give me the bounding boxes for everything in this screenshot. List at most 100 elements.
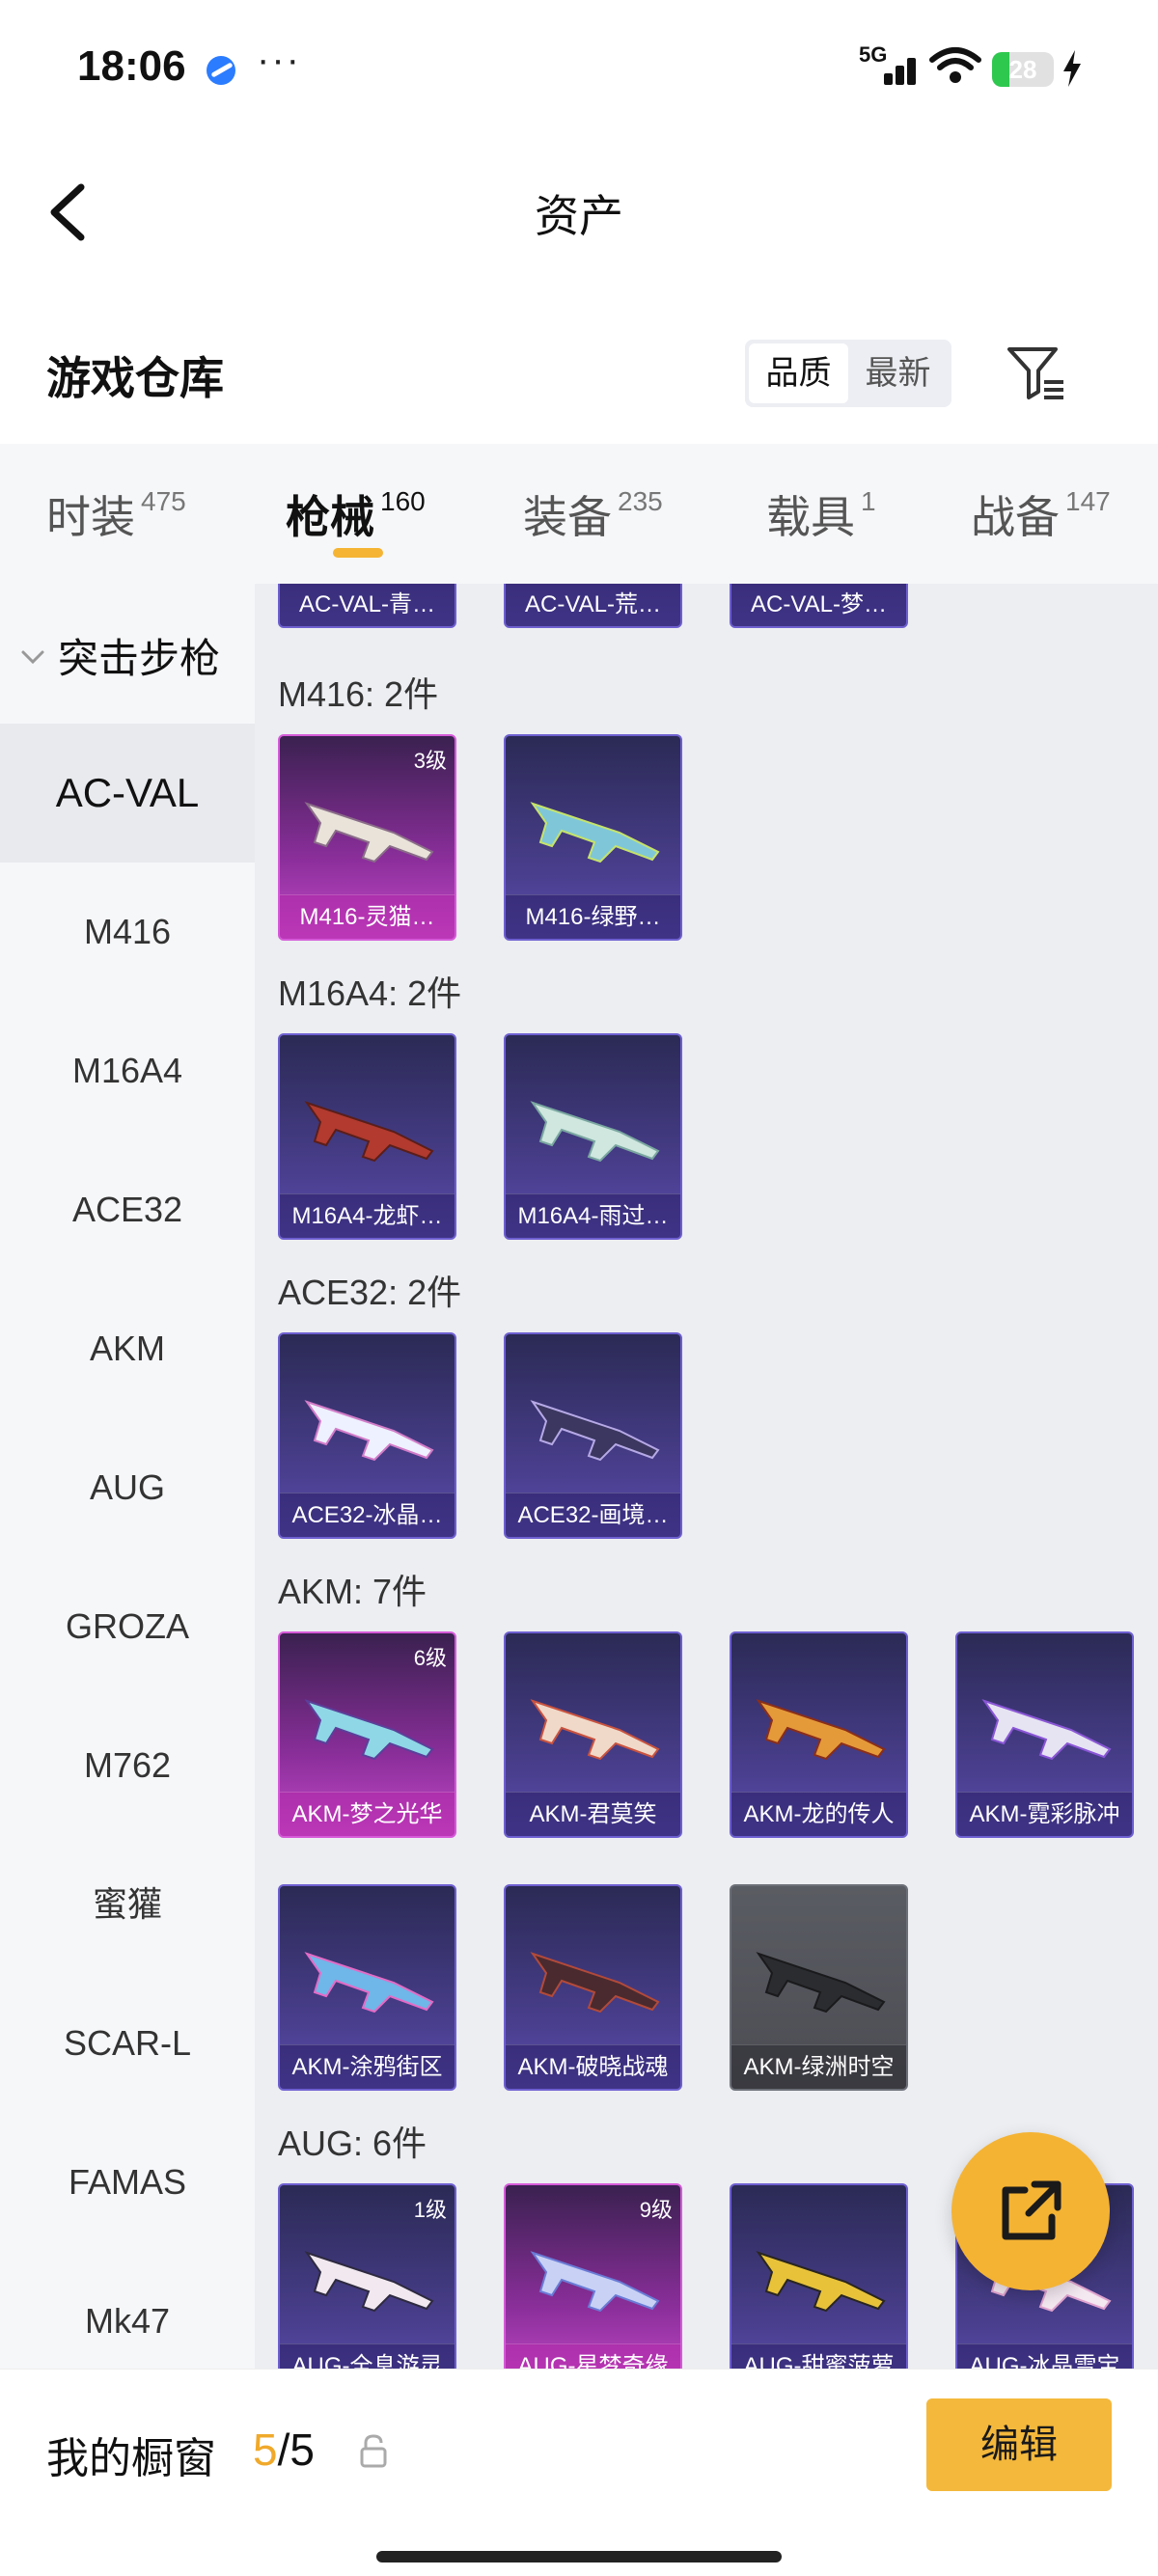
weapon-name: AUG-全息游灵	[280, 2343, 455, 2369]
tab-label: 战备	[971, 492, 1060, 542]
rifle-icon	[530, 802, 660, 863]
browser-app-icon	[207, 56, 235, 85]
sort-toggle: 品质 最新	[745, 340, 951, 407]
rifle-icon	[304, 2251, 434, 2313]
weapon-name: AUG-冰晶雪宝	[957, 2343, 1132, 2369]
weapon-card[interactable]: AKM-君莫笑	[504, 1631, 682, 1838]
sidebar-item-aug[interactable]: AUG	[0, 1418, 255, 1557]
rifle-icon	[981, 1699, 1112, 1761]
rifle-icon	[530, 1952, 660, 2014]
home-indicator[interactable]	[376, 2551, 782, 2562]
tab-count: 1	[861, 486, 876, 516]
category-tabs: 时装 475 枪械 160 装备 235 载具 1 战备 147	[0, 444, 1158, 584]
rifle-icon	[304, 1699, 434, 1761]
rifle-icon	[756, 1952, 886, 2014]
weapon-name: AUG-甜蜜菠萝	[731, 2343, 906, 2369]
sidebar-item-acval[interactable]: AC-VAL	[0, 724, 255, 863]
sidebar-item-scarl[interactable]: SCAR-L	[0, 1974, 255, 2113]
weapon-card[interactable]: 6级 AKM-梦之光华	[278, 1631, 456, 1838]
sidebar-group-label: 突击步枪	[58, 636, 221, 681]
weapon-name: AKM-涂鸦街区	[280, 2044, 455, 2089]
battery-icon: 28	[992, 52, 1054, 87]
weapon-name: M416-绿野…	[506, 894, 680, 939]
header: 资产	[0, 135, 1158, 280]
sidebar-item-m16a4[interactable]: M16A4	[0, 1001, 255, 1140]
warehouse-title: 游戏仓库	[46, 353, 224, 403]
sidebar-group-assault-rifle[interactable]: 突击步枪	[0, 584, 255, 724]
weapon-card[interactable]: AC-VAL-荒…	[504, 584, 682, 628]
weapon-card[interactable]: 3级 M416-灵猫…	[278, 734, 456, 941]
weapon-card[interactable]: AC-VAL-青…	[278, 584, 456, 628]
battery-level: 28	[1008, 55, 1037, 84]
tab-count: 475	[141, 486, 186, 516]
weapon-name: AC-VAL-荒…	[506, 584, 680, 626]
showcase-title: 我的橱窗	[46, 2435, 216, 2482]
weapon-sidebar: 突击步枪 AC-VAL M416 M16A4 ACE32 AKM AUG GRO…	[0, 584, 255, 2369]
sidebar-item-ace32[interactable]: ACE32	[0, 1140, 255, 1279]
tab-count: 160	[380, 486, 426, 516]
rifle-icon	[530, 1699, 660, 1761]
status-time: 18:06	[77, 42, 186, 90]
weapon-name: AKM-破晓战魂	[506, 2044, 680, 2089]
sidebar-item-m762[interactable]: M762	[0, 1696, 255, 1835]
weapon-name: AUG-星梦奇缘	[506, 2343, 680, 2369]
weapon-card[interactable]: AKM-涂鸦街区	[278, 1884, 456, 2091]
rifle-icon	[756, 2251, 886, 2313]
section-title-akm: AKM: 7件	[278, 1572, 427, 1611]
sidebar-item-famas[interactable]: FAMAS	[0, 2113, 255, 2252]
weapon-card[interactable]: 9级 AUG-星梦奇缘	[504, 2183, 682, 2369]
tab-weapons[interactable]: 枪械 160	[286, 482, 426, 546]
tab-fashion[interactable]: 时装 475	[46, 482, 186, 546]
showcase-total: /5	[277, 2425, 315, 2475]
charging-icon	[1063, 50, 1081, 87]
share-button[interactable]	[951, 2132, 1110, 2290]
active-tab-indicator	[333, 548, 383, 558]
section-title-ace32: ACE32: 2件	[278, 1273, 462, 1312]
tab-label: 载具	[766, 492, 855, 542]
weapon-card[interactable]: AKM-霓彩脉冲	[955, 1631, 1134, 1838]
status-bar: 18:06 ··· 5G 28	[0, 0, 1158, 135]
tab-equipment[interactable]: 装备 235	[523, 482, 663, 546]
weapon-name: ACE32-冰晶…	[280, 1493, 455, 1537]
more-notifications-icon: ···	[257, 39, 301, 81]
section-title-aug: AUG: 6件	[278, 2124, 427, 2163]
tab-count: 147	[1065, 486, 1111, 516]
tab-vehicles[interactable]: 载具 1	[766, 482, 876, 546]
lock-icon	[360, 2434, 387, 2468]
sidebar-item-akm[interactable]: AKM	[0, 1279, 255, 1418]
warehouse-bar: 游戏仓库 品质 最新	[0, 309, 1158, 434]
weapon-name: M416-灵猫…	[280, 894, 455, 939]
rifle-icon	[304, 1952, 434, 2014]
weapon-card[interactable]: ACE32-冰晶…	[278, 1332, 456, 1539]
filter-icon[interactable]	[1004, 342, 1067, 405]
page-title: 资产	[535, 191, 623, 241]
weapon-card[interactable]: ACE32-画境…	[504, 1332, 682, 1539]
weapon-grid: AC-VAL-青… AC-VAL-荒… AC-VAL-梦… M416: 2件 3…	[255, 584, 1158, 2369]
weapon-name: ACE32-画境…	[506, 1493, 680, 1537]
rifle-icon	[756, 1699, 886, 1761]
weapon-name: AKM-绿洲时空	[731, 2044, 906, 2089]
weapon-card[interactable]: 1级 AUG-全息游灵	[278, 2183, 456, 2369]
weapon-card[interactable]: AKM-龙的传人	[730, 1631, 908, 1838]
showcase-count: 5/5	[253, 2424, 315, 2476]
tab-supplies[interactable]: 战备 147	[971, 482, 1111, 546]
sort-newest-button[interactable]: 最新	[848, 343, 948, 403]
weapon-card[interactable]: M416-绿野…	[504, 734, 682, 941]
sidebar-item-groza[interactable]: GROZA	[0, 1557, 255, 1696]
share-icon	[1002, 2180, 1062, 2240]
chevron-down-icon	[21, 650, 44, 665]
weapon-card[interactable]: AC-VAL-梦…	[730, 584, 908, 628]
showcase-bar: 我的橱窗 5/5 编辑	[0, 2369, 1158, 2576]
weapon-card[interactable]: M16A4-龙虾…	[278, 1033, 456, 1240]
sidebar-item-honey-badger[interactable]: 蜜獾	[0, 1835, 255, 1974]
weapon-card[interactable]: M16A4-雨过…	[504, 1033, 682, 1240]
weapon-card[interactable]: AKM-破晓战魂	[504, 1884, 682, 2091]
weapon-name: AC-VAL-梦…	[731, 584, 906, 626]
weapon-card[interactable]: AKM-绿洲时空	[730, 1884, 908, 2091]
sort-quality-button[interactable]: 品质	[749, 343, 848, 403]
signal-icon	[872, 50, 923, 85]
weapon-card[interactable]: AUG-甜蜜菠萝	[730, 2183, 908, 2369]
sidebar-item-m416[interactable]: M416	[0, 863, 255, 1001]
edit-button[interactable]: 编辑	[926, 2398, 1112, 2491]
weapon-name: AKM-梦之光华	[280, 1792, 455, 1836]
